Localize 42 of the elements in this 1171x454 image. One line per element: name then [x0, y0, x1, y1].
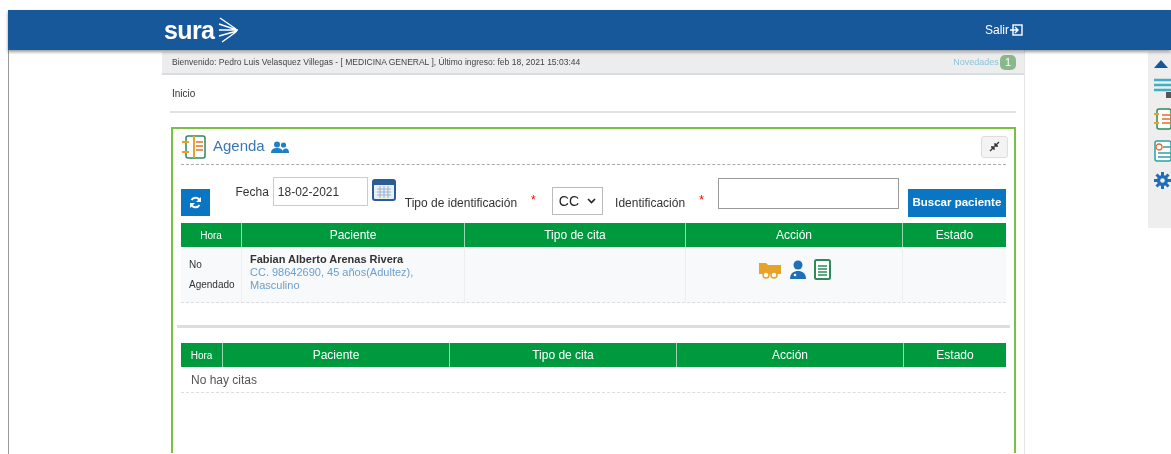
wing-icon: [216, 15, 241, 45]
patient-details: CC. 98642690, 45 años(Adultez), Masculino: [250, 266, 415, 292]
empty-message: No hay citas: [191, 371, 258, 389]
required-mark: *: [531, 192, 536, 209]
logo-text: sura: [164, 17, 215, 43]
menu-icon[interactable]: [1154, 78, 1171, 98]
doctor-icon[interactable]: [787, 259, 808, 279]
date-label: Fecha: [235, 184, 269, 201]
required-mark: *: [699, 192, 704, 209]
users-icon[interactable]: [270, 140, 289, 153]
column-header: Tipo de cita: [449, 343, 676, 367]
agenda-icon[interactable]: [1154, 108, 1171, 130]
column-header: Paciente: [222, 343, 449, 367]
patient-name: Fabian Alberto Arenas Rivera: [250, 253, 405, 266]
id-type-label: Tipo de identificación: [404, 195, 518, 212]
logout-icon: [1010, 24, 1023, 36]
agenda-icon: [181, 133, 207, 160]
refresh-button[interactable]: [181, 189, 211, 216]
refresh-icon: [189, 196, 203, 209]
up-arrow-icon[interactable]: [1154, 60, 1168, 68]
logout-link[interactable]: Salir: [985, 21, 1023, 39]
document-icon[interactable]: [813, 259, 831, 280]
table-cell-text: No Agendado: [189, 257, 235, 292]
checklist-icon[interactable]: [1154, 140, 1171, 162]
id-field[interactable]: [717, 178, 899, 209]
date-field[interactable]: 18-02-2021: [272, 177, 368, 206]
id-type-select[interactable]: CC: [551, 187, 604, 215]
collapse-icon: [989, 141, 1000, 152]
column-header: Hora: [189, 348, 214, 363]
welcome-text: Bienvenido: Pedro Luis Velasquez Villegas - [ MEDICINA GENERAL ], Último ingreso: feb 18, 2021 15:03:44: [172, 56, 581, 69]
id-label: Identificación: [615, 195, 686, 212]
panel-title: Agenda: [213, 136, 265, 157]
collapse-button[interactable]: [981, 135, 1008, 158]
column-header: Hora: [199, 228, 223, 243]
column-header: Estado: [903, 343, 1006, 367]
search-patient-button[interactable]: Buscar paciente: [907, 189, 1006, 217]
calendar-icon[interactable]: [371, 177, 396, 201]
breadcrumb[interactable]: Inicio: [172, 85, 196, 101]
caret-icon: [587, 198, 597, 204]
settings-icon[interactable]: [1154, 172, 1171, 189]
column-header: Acción: [676, 343, 903, 367]
news-count-badge: 1: [999, 55, 1016, 70]
